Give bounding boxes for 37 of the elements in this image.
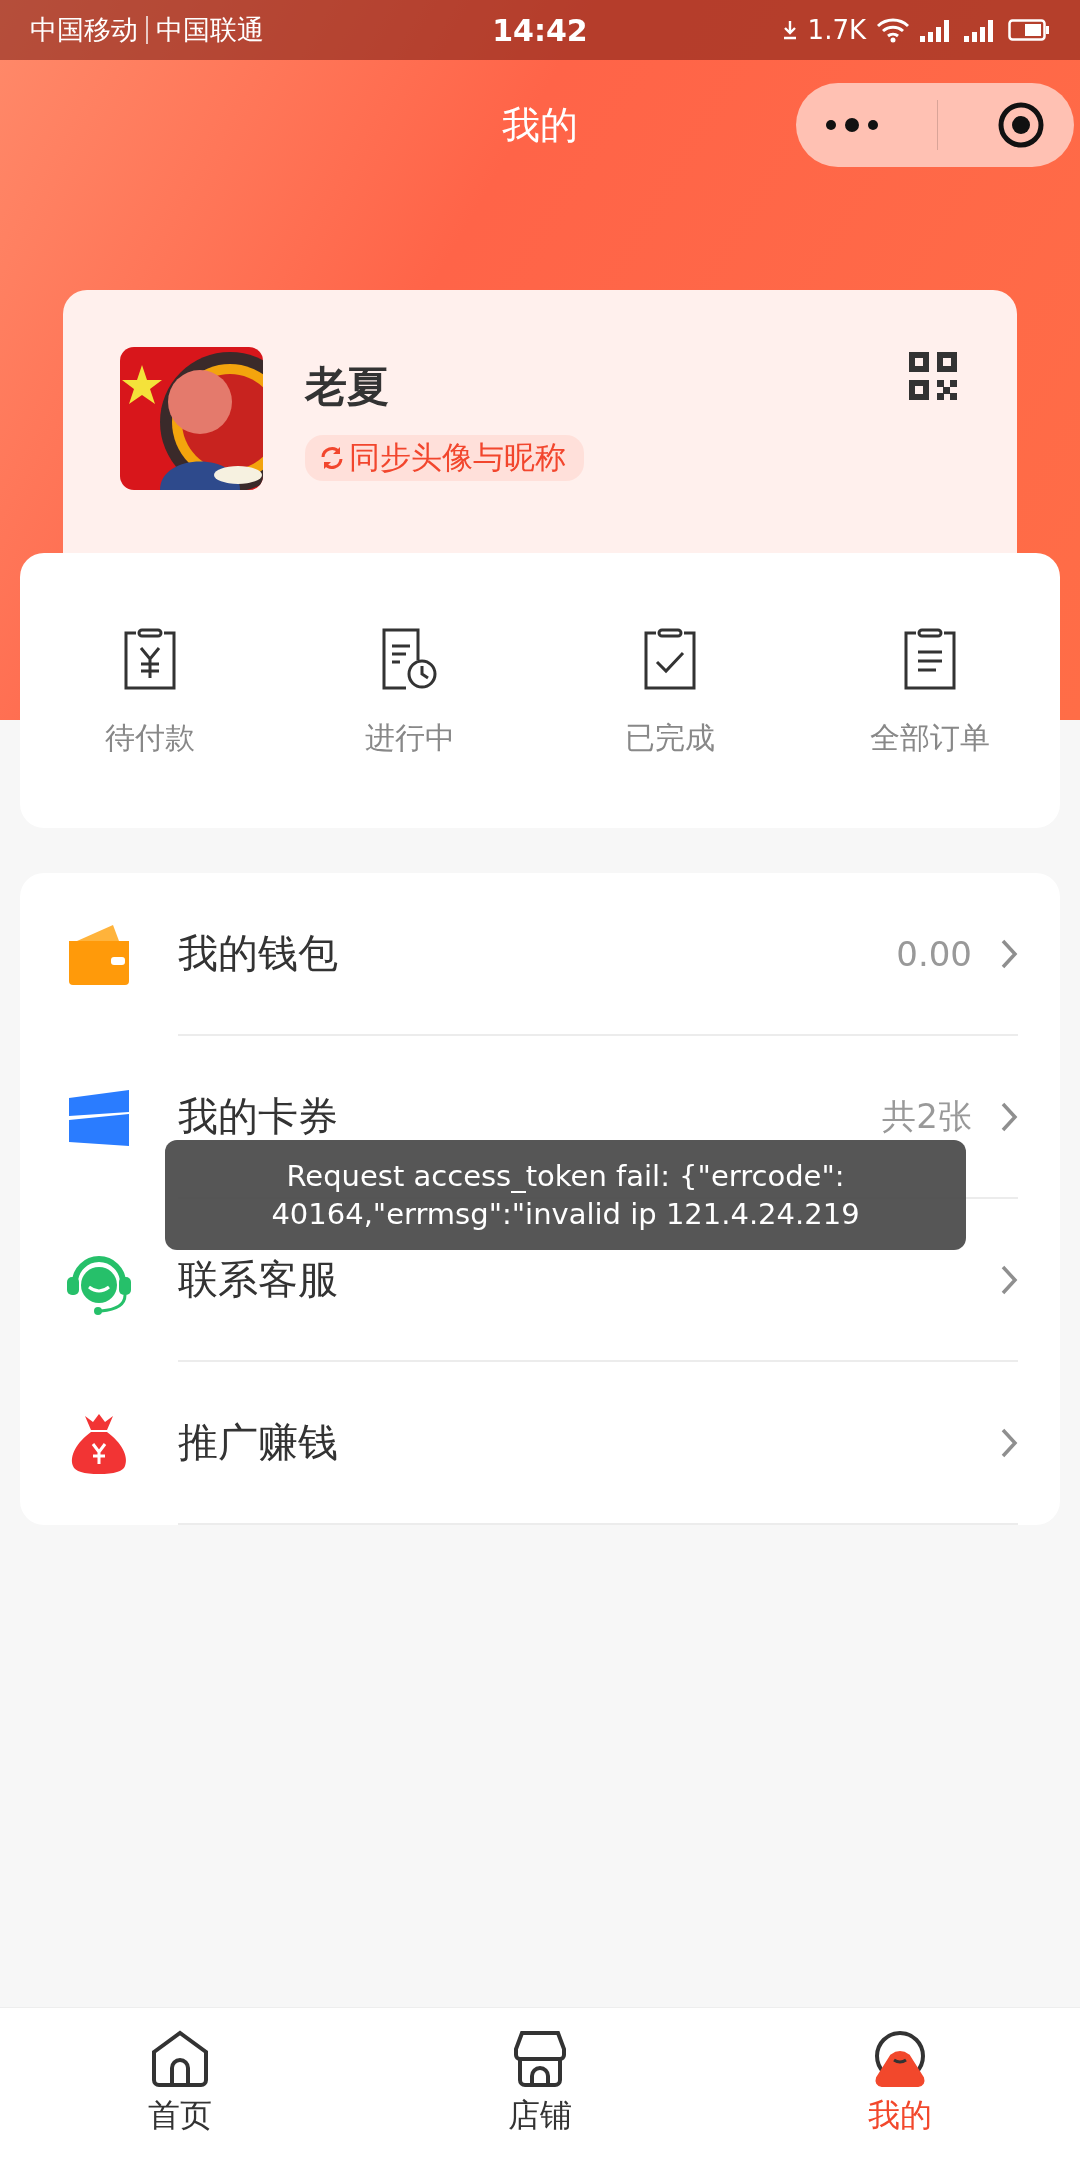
order-label: 已完成 xyxy=(625,719,715,757)
tab[interactable]: 我的 xyxy=(720,2008,1080,2160)
chevron-right-icon[interactable] xyxy=(1000,1263,1018,1296)
chevron-right-icon[interactable] xyxy=(1000,937,1018,970)
home-icon xyxy=(150,2030,210,2088)
toast-message: 40164,"errmsg":"invalid ip 121.4.24.219 xyxy=(271,1197,860,1231)
user-name: 老夏 xyxy=(305,361,389,413)
menu-item-label[interactable]: 联系客服 xyxy=(178,1252,1000,1307)
battery-icon xyxy=(1008,18,1050,42)
more-icon[interactable] xyxy=(825,117,880,133)
qr-code-icon[interactable] xyxy=(909,352,957,400)
tab[interactable]: 首页 xyxy=(0,2008,360,2160)
menu-item-label[interactable]: 我的钱包 xyxy=(178,926,897,981)
order-status-icon[interactable] xyxy=(382,628,438,690)
clock-time: 14:42 xyxy=(492,12,588,48)
menu-item-value: 0.00 xyxy=(896,933,972,974)
tab[interactable]: 店铺 xyxy=(360,2008,720,2160)
page-title: 我的 xyxy=(502,101,578,149)
menu-item-label[interactable]: 我的卡券 xyxy=(178,1089,883,1144)
order-label: 全部订单 xyxy=(870,719,990,757)
close-icon[interactable] xyxy=(996,101,1045,149)
menu-item-label[interactable]: 推广赚钱 xyxy=(178,1415,1000,1470)
network-speed: 1.7K xyxy=(807,15,866,45)
chevron-right-icon[interactable] xyxy=(1000,1100,1018,1133)
sync-icon xyxy=(319,445,345,471)
order-label: 待付款 xyxy=(105,719,195,757)
chevron-right-icon[interactable] xyxy=(1000,1426,1018,1459)
wifi-icon xyxy=(876,17,910,43)
menu-item-value: 共2张 xyxy=(882,1094,972,1138)
download-icon xyxy=(781,19,798,41)
order-status-icon[interactable] xyxy=(642,628,698,690)
order-status-icon[interactable] xyxy=(902,628,958,690)
order-label: 进行中 xyxy=(365,719,455,757)
carrier-name: 中国联通 xyxy=(156,13,264,47)
toast-message: Request access_token fail: {"errcode": xyxy=(286,1159,845,1193)
carrier-name: 中国移动 xyxy=(30,13,138,47)
order-status-icon[interactable] xyxy=(122,628,178,690)
